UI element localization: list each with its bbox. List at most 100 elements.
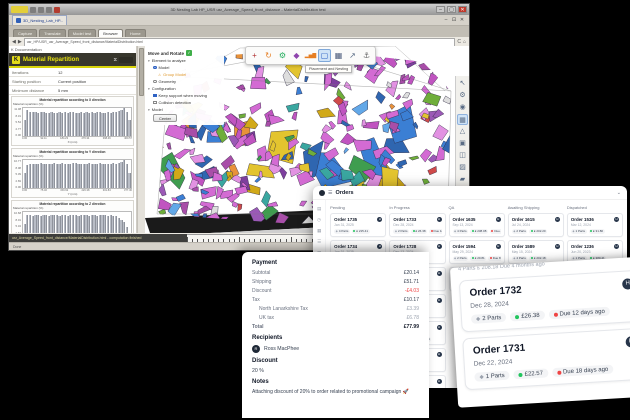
collision-checkbox[interactable]: Collision detection (153, 100, 222, 105)
order-date: Jan 31, 2025 (334, 223, 382, 227)
order-id: Order 1589 (512, 244, 535, 249)
due-badge: Due 8 months ago (488, 256, 500, 261)
assignee-avatar: H (437, 379, 442, 384)
tab-home[interactable]: Home (125, 29, 146, 37)
order-card[interactable]: Order 1536HMar 12, 2024◆1 Parts£ 31.80 (567, 213, 623, 237)
keep-support-checkbox[interactable]: Keep support when moving (153, 93, 222, 98)
assignee-avatar: H (377, 244, 382, 249)
menu-icon[interactable]: ☰ (328, 190, 332, 196)
move-rotate-title: Move and Rotate (148, 51, 184, 56)
group-model-item[interactable]: ⚠Group Model (158, 72, 222, 77)
doc-minimize-button[interactable]: – (442, 17, 450, 23)
home-icon[interactable]: ⌂ (463, 39, 466, 45)
cad-title-bar[interactable]: 3D Nesting Lab HP_USR usr_Average_Speed_… (9, 4, 469, 15)
cursor-icon[interactable]: ↖ (457, 78, 468, 89)
scrollbar-thumb[interactable] (139, 48, 144, 96)
order-card[interactable]: Order 1615HJul 24, 2024◆2 Parts£ 202.20 (508, 213, 564, 237)
histogram-chart: Material repartition according to Y dire… (11, 148, 134, 198)
shade-view-icon[interactable]: ▰ (457, 174, 468, 185)
anchor-icon[interactable]: ⚓ (360, 49, 373, 62)
maximize-button[interactable]: ▢ (447, 6, 456, 13)
recipient-row[interactable]: R Ross MacPhee (252, 345, 419, 353)
sidebar-icon-1[interactable]: ◷ (317, 217, 321, 223)
order-card[interactable]: Order 1635HSep 13, 2024◆4 Parts£ 238.08D… (449, 213, 505, 237)
chart-y-ticks: 10.688.015.342.670.00 (13, 211, 22, 233)
hatch-view-icon[interactable]: ▨ (457, 162, 468, 173)
tab-browser[interactable]: Browser (98, 29, 123, 37)
order-card-large[interactable]: Order 1732HDec 28, 2024◆2 Parts£26.38Due… (459, 270, 630, 333)
tab-capture[interactable]: Capture (13, 29, 37, 37)
export-icon[interactable]: ↗ (346, 49, 359, 62)
undo-icon[interactable] (38, 7, 44, 13)
collapse-icon[interactable]: ▾ (148, 87, 150, 91)
collapse-icon[interactable]: ▾ (148, 59, 150, 63)
gear-icon[interactable]: ⚙ (457, 90, 468, 101)
bounding-box-icon[interactable]: ▢ (318, 49, 331, 62)
payment-label: Tax (252, 297, 260, 303)
print-icon[interactable] (46, 7, 52, 13)
doc-restore-button[interactable]: ⊡ (450, 17, 458, 23)
tab-model-test[interactable]: Model test (68, 29, 96, 37)
nest-icon[interactable]: ◆ (290, 49, 303, 62)
column-header: QA (449, 205, 505, 210)
assignee-avatar: H (377, 217, 382, 222)
forward-icon[interactable]: ▶ (18, 39, 22, 45)
order-card-large[interactable]: Order 1731HDec 22, 2024◆1 Parts£22.57Due… (462, 327, 630, 390)
chart-plot: 11.088.315.542.770.00 (13, 107, 132, 137)
grid-icon[interactable]: ▦ (457, 114, 468, 125)
assignee-avatar: H (614, 217, 619, 222)
assignee-avatar: H (496, 217, 501, 222)
assignee-avatar: H (437, 325, 442, 330)
orders-top-bar: ☰ Orders ⌄ (313, 186, 627, 200)
tab-translate[interactable]: Translate (39, 29, 66, 37)
rotate-part-icon[interactable]: ↻ (262, 49, 275, 62)
statistics-icon[interactable]: ▂▅▇ (304, 49, 317, 62)
order-card[interactable]: Order 1589HMay 15, 2024◆4 Parts£ 202.18 (508, 240, 564, 264)
y-tick: 2.77 (13, 127, 21, 131)
add-part-icon[interactable]: + (248, 49, 261, 62)
sidebar-icon-3[interactable]: ☰ (317, 239, 321, 245)
card-badges: ◆2 Parts£ 26.38Due 12 days ago (393, 229, 441, 234)
payment-value: £6.78 (406, 315, 419, 321)
card-badges: ◆4 Parts£ 238.08Due 4 months ago (453, 229, 501, 234)
model-radio[interactable]: Model (153, 65, 222, 70)
refresh-icon[interactable]: C (457, 39, 461, 45)
solid-view-icon[interactable]: ▣ (457, 138, 468, 149)
prism-icon[interactable]: △ (457, 126, 468, 137)
sidebar-icon-0[interactable]: ▤ (317, 206, 321, 212)
save-icon[interactable] (30, 7, 36, 13)
center-button[interactable]: Center (153, 114, 177, 122)
bar (128, 173, 130, 188)
payment-value: £3.39 (406, 306, 419, 312)
back-icon[interactable]: ◀ (12, 39, 16, 45)
x-tick: 368.46 (103, 137, 111, 140)
doc-close-button[interactable]: ✕ (458, 17, 466, 23)
collapse-icon[interactable]: ▾ (148, 108, 150, 112)
close-button[interactable]: ✕ (458, 6, 467, 13)
sidebar-icon-2[interactable]: ▦ (317, 228, 321, 234)
chevron-down-icon[interactable]: ⌄ (617, 190, 621, 196)
due-dot-icon (553, 312, 557, 316)
parts-badge: ◆2 Parts (453, 256, 469, 261)
y-tick: 8.08 (13, 166, 21, 170)
discount-value: 20 % (252, 368, 419, 374)
assignee-avatar: H (555, 244, 560, 249)
record-icon[interactable]: ◉ (457, 102, 468, 113)
chart-y-ticks: 11.088.315.542.770.00 (13, 107, 22, 137)
order-card[interactable]: Order 1733HDec 28, 2024◆2 Parts£ 26.38Du… (389, 213, 445, 237)
split-view-icon[interactable]: ◫ (457, 150, 468, 161)
optimize-icon[interactable]: ⚙ (276, 49, 289, 62)
grid-layout-icon[interactable]: ▦ (332, 49, 345, 62)
due-dot-icon (491, 230, 493, 232)
order-id: Order 1594 (453, 244, 476, 249)
minimize-button[interactable]: – (436, 6, 445, 13)
payment-value: £77.99 (404, 324, 419, 330)
card-badges: ◆1 Parts£ 31.80 (571, 229, 619, 234)
geometry-radio[interactable]: Geometry (153, 79, 222, 84)
order-card[interactable]: Order 1735HJan 31, 2025◆4 Parts£ 215.41 (330, 213, 386, 237)
order-id: Order 1735 (334, 217, 357, 222)
record-icon[interactable] (54, 7, 60, 13)
order-card[interactable]: Order 1594HMay 29, 2024◆2 Parts£ 20.81Du… (449, 240, 505, 264)
report-scrollbar[interactable] (137, 46, 145, 233)
document-tab[interactable]: 3D_Nesting_Lab_HP... (12, 15, 67, 25)
